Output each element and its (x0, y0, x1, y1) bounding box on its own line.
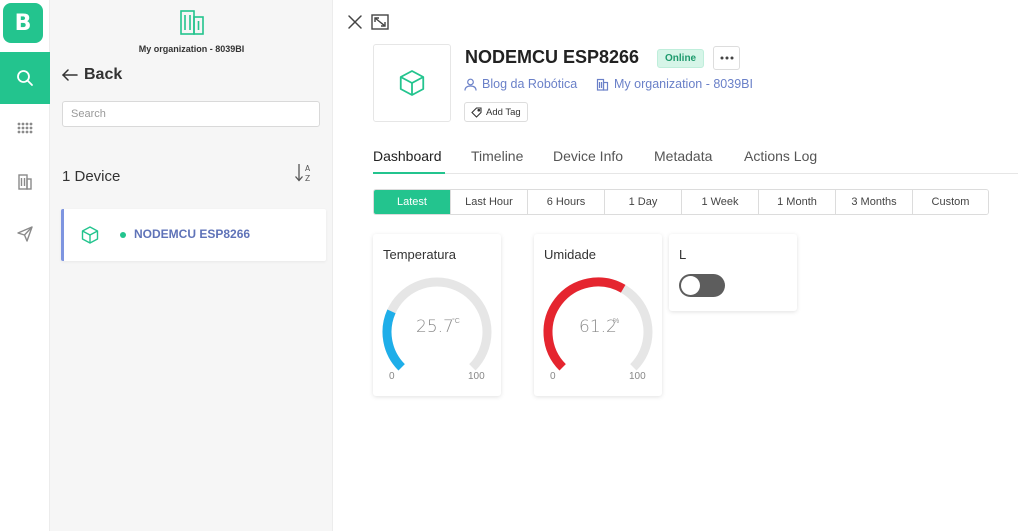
tab-actions-log[interactable]: Actions Log (744, 148, 817, 164)
more-options-button[interactable] (713, 46, 740, 70)
range-1-week[interactable]: 1 Week (682, 190, 759, 214)
search-icon (17, 70, 33, 86)
gauge-min: 0 (389, 371, 395, 382)
expand-icon (371, 14, 389, 30)
online-status-dot (120, 232, 126, 238)
org-building-icon (179, 10, 204, 35)
device-list-item[interactable]: NODEMCU ESP8266 (61, 209, 326, 261)
range-3-months[interactable]: 3 Months (836, 190, 913, 214)
arrow-left-icon (62, 69, 78, 81)
ellipsis-icon (720, 56, 733, 60)
device-count: 1 Device (62, 168, 121, 185)
expand-button[interactable] (371, 14, 389, 35)
svg-text:A: A (305, 164, 311, 173)
device-image (373, 44, 451, 122)
add-tag-label: Add Tag (486, 106, 521, 118)
owner-link[interactable]: Blog da Robótica (464, 77, 577, 91)
close-button[interactable] (347, 14, 363, 35)
grid-icon (17, 122, 33, 134)
organization-link[interactable]: My organization - 8039BI (596, 77, 753, 91)
search-input[interactable] (62, 101, 320, 127)
tab-metadata[interactable]: Metadata (654, 148, 712, 164)
gauge-unit: °C (452, 318, 460, 325)
device-title: NODEMCU ESP8266 (465, 47, 640, 67)
range-6-hours[interactable]: 6 Hours (528, 190, 605, 214)
rail-apps[interactable] (0, 104, 50, 156)
gauge-unit: % (613, 318, 620, 325)
rail-search[interactable] (0, 52, 50, 104)
gauge-value: 25.7 (416, 317, 454, 337)
active-tab-indicator (373, 172, 445, 174)
gauge-max: 100 (468, 371, 485, 382)
close-icon (348, 15, 362, 29)
organization-name: My organization - 8039BI (614, 77, 753, 91)
temperature-widget[interactable]: Temperatura 25.7 °C 0 100 (373, 234, 501, 396)
device-cube-icon (399, 70, 425, 96)
device-list-panel: My organization - 8039BI Back 1 Device A… (50, 0, 333, 531)
add-tag-button[interactable]: Add Tag (464, 102, 528, 122)
user-icon (464, 78, 477, 91)
sort-az-icon: A Z (295, 164, 311, 183)
device-list-name: NODEMCU ESP8266 (134, 227, 251, 241)
gauge-max: 100 (629, 371, 646, 382)
switch-widget: L (669, 234, 797, 311)
tab-dashboard[interactable]: Dashboard (373, 148, 442, 164)
app-root: B My organization - 8039BI Back Search 1… (0, 0, 1024, 531)
range-latest[interactable]: Latest (374, 190, 451, 214)
tab-timeline[interactable]: Timeline (471, 148, 523, 164)
svg-text:Z: Z (305, 174, 310, 183)
toggle-knob (681, 276, 700, 295)
humidity-widget[interactable]: Umidade 61.2 % 0 100 (534, 234, 662, 396)
device-detail: NODEMCU ESP8266 Online Blog da Robótica … (333, 0, 1024, 531)
blynk-logo[interactable]: B (3, 3, 43, 43)
owner-name: Blog da Robótica (482, 77, 578, 91)
rail-organization[interactable] (0, 156, 50, 208)
building-icon (18, 174, 32, 190)
range-1-month[interactable]: 1 Month (759, 190, 836, 214)
toggle-switch[interactable] (679, 274, 725, 297)
gauge-value: 61.2 (579, 317, 617, 337)
org-header (50, 8, 333, 41)
back-button[interactable]: Back (62, 66, 122, 84)
range-1-day[interactable]: 1 Day (605, 190, 682, 214)
widget-title: L (679, 247, 687, 262)
time-range-selector: Latest Last Hour 6 Hours 1 Day 1 Week 1 … (373, 189, 989, 215)
range-custom[interactable]: Custom (913, 190, 988, 214)
range-last-hour[interactable]: Last Hour (451, 190, 528, 214)
rail-send[interactable] (0, 208, 50, 260)
back-label: Back (84, 66, 123, 83)
send-icon (17, 226, 33, 242)
tab-device-info[interactable]: Device Info (553, 148, 623, 164)
building-icon (596, 78, 609, 91)
gauge-fill (382, 309, 405, 371)
device-cube-icon (81, 226, 99, 244)
org-name: My organization - 8039BI (138, 44, 245, 54)
sort-button[interactable]: A Z (294, 162, 314, 189)
status-badge: Online (657, 49, 705, 68)
icon-rail: B (0, 0, 50, 531)
gauge-min: 0 (550, 371, 556, 382)
tag-icon (471, 106, 482, 118)
tab-bar: Dashboard Timeline Device Info Metadata … (373, 146, 1018, 174)
